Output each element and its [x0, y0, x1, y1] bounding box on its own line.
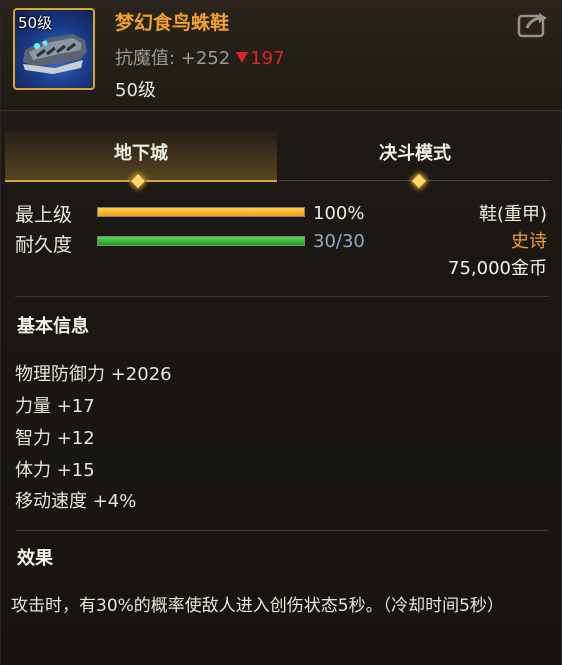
durability-bar-fill — [98, 237, 304, 245]
durability-value: 30/30 — [313, 231, 365, 252]
tab-pvp[interactable]: 决斗模式 — [279, 130, 551, 181]
item-name: 梦幻食鸟蛛鞋 — [115, 12, 230, 34]
divider — [15, 296, 549, 297]
attr-physical-defense: 物理防御力 +2026 — [15, 364, 172, 385]
share-icon[interactable] — [517, 10, 549, 38]
item-level-badge: 50级 — [18, 14, 53, 32]
item-tooltip: 50级 梦幻食鸟蛛鞋 抗魔值: +252 197 50级 地下城 决斗模式 最上级… — [0, 0, 562, 665]
grade-bar-fill — [98, 208, 304, 216]
grade-label: 最上级 — [15, 204, 73, 226]
required-level: 50级 — [115, 80, 156, 101]
tab-dungeon[interactable]: 地下城 — [5, 130, 277, 182]
attr-intelligence: 智力 +12 — [15, 428, 95, 449]
item-rarity: 史诗 — [511, 231, 547, 252]
grade-bar — [97, 207, 305, 217]
item-price: 75,000金币 — [448, 258, 547, 279]
mode-tabs: 地下城 决斗模式 — [5, 130, 557, 182]
attr-strength: 力量 +17 — [15, 396, 95, 417]
magic-defense-stat: 抗魔值: +252 197 — [115, 44, 285, 70]
durability-label: 耐久度 — [15, 234, 73, 256]
boots-icon[interactable]: 50级 — [13, 8, 95, 90]
durability-bar — [97, 236, 305, 246]
grade-value: 100% — [313, 203, 365, 224]
share-graphic — [517, 13, 547, 38]
attr-move-speed: 移动速度 +4% — [15, 491, 137, 512]
effect-title: 效果 — [17, 548, 53, 569]
magic-defense-value: 抗魔值: +252 — [115, 48, 231, 69]
down-triangle-icon — [236, 52, 249, 63]
effect-description: 攻击时，有30%的概率使敌人进入创伤状态5秒。（冷却时间5秒） — [11, 596, 504, 616]
basic-info-title: 基本信息 — [17, 316, 89, 337]
magic-defense-delta: 197 — [250, 48, 285, 69]
attr-vitality: 体力 +15 — [15, 460, 95, 481]
item-header: 50级 梦幻食鸟蛛鞋 抗魔值: +252 197 50级 — [1, 0, 562, 111]
item-type: 鞋(重甲) — [478, 204, 547, 225]
divider — [15, 530, 549, 531]
